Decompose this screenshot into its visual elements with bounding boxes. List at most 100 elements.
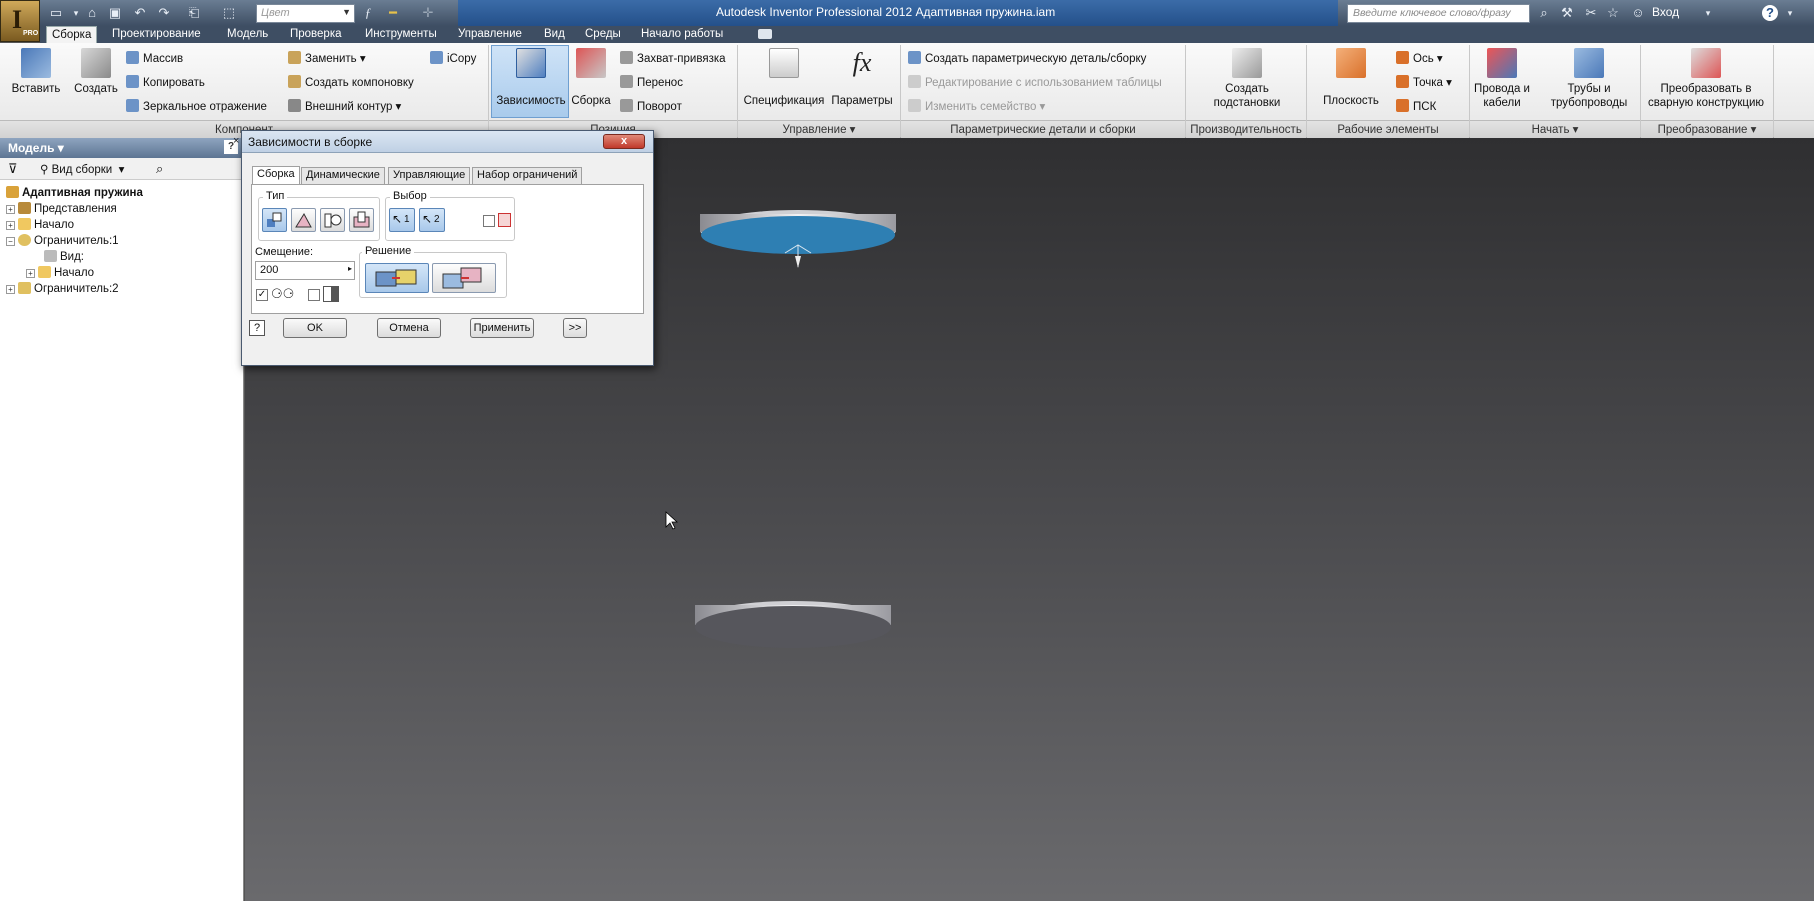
predict-offset-checkbox[interactable] bbox=[308, 289, 320, 301]
axis-button[interactable]: Ось ▾ bbox=[1396, 51, 1443, 66]
filter-icon[interactable]: ⊽ bbox=[8, 161, 18, 177]
point-button[interactable]: Точка ▾ bbox=[1396, 75, 1452, 90]
tab-model[interactable]: Модель bbox=[227, 26, 268, 43]
pipes-button[interactable]: Трубы и трубопроводы bbox=[1544, 48, 1634, 110]
star-icon[interactable]: ☆ bbox=[1605, 5, 1621, 21]
dialog-tab-motion[interactable]: Динамические bbox=[301, 167, 385, 184]
expand-icon[interactable]: + bbox=[6, 285, 15, 294]
tools-icon[interactable]: ✂ bbox=[1583, 5, 1599, 21]
dialog-tab-constraint-set[interactable]: Набор ограничений bbox=[472, 167, 583, 184]
dialog-tab-transitional[interactable]: Управляющие bbox=[388, 167, 471, 184]
tree-item-limiter-1[interactable]: − Ограничитель:1 bbox=[6, 233, 119, 249]
save-icon[interactable]: ▣ bbox=[107, 5, 123, 21]
pick-part-first-checkbox[interactable] bbox=[483, 215, 495, 227]
plane-button[interactable]: Плоскость bbox=[1318, 48, 1384, 108]
view-dropdown[interactable]: ⚲ Вид сборки ▾ bbox=[40, 162, 124, 176]
group-manage-label[interactable]: Управление ▾ bbox=[738, 120, 900, 138]
group-begin-label[interactable]: Начать ▾ bbox=[1470, 120, 1640, 138]
video-icon[interactable] bbox=[758, 29, 772, 39]
help-icon[interactable]: ? bbox=[1762, 5, 1778, 21]
expand-icon[interactable]: + bbox=[26, 269, 35, 278]
binoculars-icon[interactable]: ⌕ bbox=[1536, 5, 1552, 21]
tree-item-limiter-2[interactable]: + Ограничитель:2 bbox=[6, 281, 119, 297]
wires-button[interactable]: Провода и кабели bbox=[1470, 48, 1534, 110]
collapse-icon[interactable]: − bbox=[6, 237, 15, 246]
tab-tools[interactable]: Инструменты bbox=[365, 26, 437, 43]
cancel-button[interactable]: Отмена bbox=[377, 318, 441, 338]
tree-item-origin-sub[interactable]: + Начало bbox=[26, 265, 94, 281]
replace-button[interactable]: Заменить ▾ bbox=[288, 51, 366, 66]
params-button[interactable]: fx Параметры bbox=[829, 48, 895, 108]
dialog-help-icon[interactable]: ? bbox=[249, 320, 265, 336]
tree-item-representations[interactable]: + Представления bbox=[6, 201, 117, 217]
group-convert-label[interactable]: Преобразование ▾ bbox=[1641, 120, 1773, 138]
tab-manage[interactable]: Управление bbox=[458, 26, 522, 43]
show-preview-checkbox[interactable]: ✓ bbox=[256, 289, 268, 301]
move-button[interactable]: Перенос bbox=[620, 75, 683, 90]
help-chevron-icon[interactable]: ▾ bbox=[1782, 5, 1798, 21]
select-first-button[interactable]: ↖ 1 bbox=[389, 208, 415, 232]
array-button[interactable]: Массив bbox=[126, 51, 183, 66]
outer-contour-button[interactable]: Внешний контур ▾ bbox=[288, 99, 401, 114]
rotate-button[interactable]: Поворот bbox=[620, 99, 682, 114]
find-icon[interactable]: ⌕ bbox=[156, 161, 163, 177]
insert-button[interactable]: Вставить bbox=[10, 48, 62, 96]
tree-item-origin[interactable]: + Начало bbox=[6, 217, 74, 233]
copy-button[interactable]: Копировать bbox=[126, 75, 205, 90]
tangent-type-button[interactable] bbox=[320, 208, 345, 232]
tab-assembly[interactable]: Сборка bbox=[46, 26, 98, 43]
measure-icon[interactable]: ━ bbox=[385, 5, 401, 21]
offset-input[interactable]: 200 ▸ bbox=[255, 261, 355, 280]
bom-button[interactable]: Спецификация bbox=[743, 48, 825, 108]
login-link[interactable]: Вход bbox=[1652, 5, 1679, 19]
top-disk[interactable] bbox=[700, 210, 896, 268]
dialog-titlebar[interactable]: Зависимости в сборке bbox=[242, 131, 653, 153]
create-param-button[interactable]: Создать параметрическую деталь/сборку bbox=[908, 51, 1146, 66]
new-file-icon[interactable]: ▭ bbox=[48, 5, 64, 21]
color-dropdown[interactable]: Цвет ▼ bbox=[256, 4, 355, 23]
angle-type-button[interactable] bbox=[291, 208, 316, 232]
dialog-tab-assembly[interactable]: Сборка bbox=[252, 166, 300, 184]
convert-weldment-button[interactable]: Преобразовать в сварную конструкцию bbox=[1640, 48, 1772, 110]
mate-type-button[interactable] bbox=[262, 208, 287, 232]
mirror-button[interactable]: Зеркальное отражение bbox=[126, 99, 267, 114]
new-dropdown-icon[interactable]: ▾ bbox=[68, 5, 84, 21]
offset-arrow-icon[interactable]: ▸ bbox=[348, 264, 352, 273]
tree-root[interactable]: Адаптивная пружина bbox=[6, 185, 143, 201]
apply-button[interactable]: Применить bbox=[470, 318, 534, 338]
tab-get-started[interactable]: Начало работы bbox=[641, 26, 723, 43]
dialog-close-button[interactable]: x bbox=[603, 134, 645, 149]
wrench-icon[interactable]: ⚒ bbox=[1559, 5, 1575, 21]
return-icon[interactable]: ⎗ bbox=[186, 5, 202, 21]
solution-mate-button[interactable] bbox=[365, 263, 429, 293]
search-input[interactable]: Введите ключевое слово/фразу bbox=[1347, 4, 1530, 23]
model-browser-header[interactable]: Модель ▾ ? bbox=[0, 138, 244, 158]
login-chevron-icon[interactable]: ▾ bbox=[1700, 5, 1716, 21]
expand-icon[interactable]: + bbox=[6, 221, 15, 230]
select-icon[interactable]: ⬚ bbox=[221, 5, 237, 21]
tab-design[interactable]: Проектирование bbox=[112, 26, 201, 43]
open-icon[interactable]: ⌂ bbox=[84, 5, 100, 21]
bottom-disk[interactable] bbox=[695, 601, 891, 648]
fx-icon[interactable]: ƒ bbox=[360, 5, 376, 21]
solution-flush-button[interactable] bbox=[432, 263, 496, 293]
constraint-button[interactable]: Зависимость bbox=[493, 48, 569, 108]
select-second-button[interactable]: ↖ 2 bbox=[419, 208, 445, 232]
expand-icon[interactable]: + bbox=[6, 205, 15, 214]
assembly-button[interactable]: Сборка bbox=[568, 48, 614, 108]
undo-icon[interactable]: ↶ bbox=[132, 5, 148, 21]
ucs-button[interactable]: ПСК bbox=[1396, 99, 1436, 114]
panel-close-icon[interactable]: × bbox=[233, 135, 239, 147]
more-button[interactable]: >> bbox=[563, 318, 587, 338]
grip-snap-button[interactable]: Захват-привязка bbox=[620, 51, 726, 66]
tree-item-view[interactable]: Вид: bbox=[44, 249, 84, 265]
ok-button[interactable]: OK bbox=[283, 318, 347, 338]
tab-environments[interactable]: Среды bbox=[585, 26, 621, 43]
create-layout-button[interactable]: Создать компоновку bbox=[288, 75, 414, 90]
tab-view[interactable]: Вид bbox=[544, 26, 565, 43]
create-button[interactable]: Создать bbox=[72, 48, 120, 96]
create-substitutes-button[interactable]: Создать подстановки bbox=[1210, 48, 1284, 110]
grid-icon[interactable]: ✛ bbox=[420, 5, 436, 21]
insert-type-button[interactable] bbox=[349, 208, 374, 232]
application-menu-button[interactable]: I PRO bbox=[0, 0, 40, 42]
